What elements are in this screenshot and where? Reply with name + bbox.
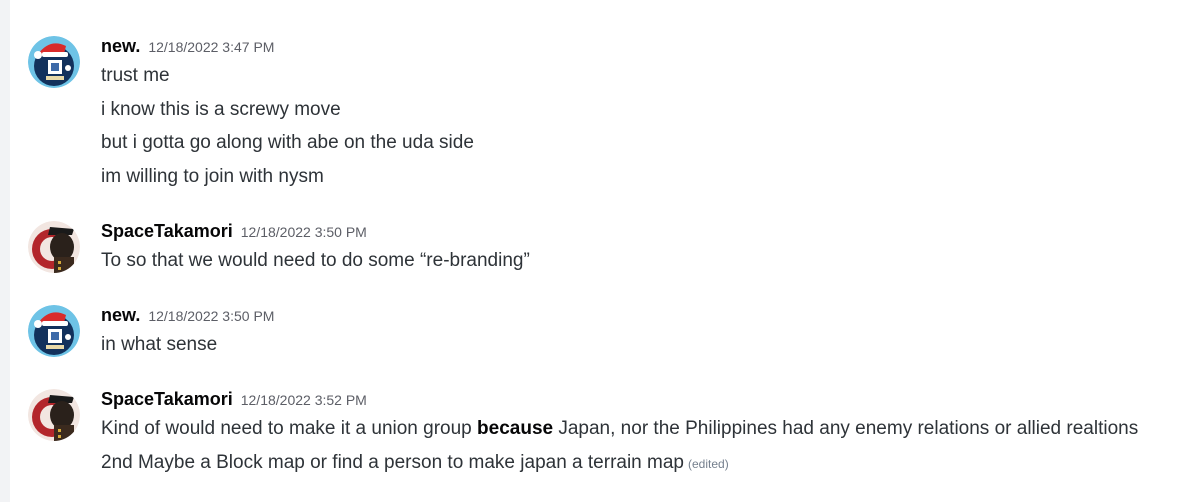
username[interactable]: SpaceTakamori (101, 221, 233, 242)
timestamp[interactable]: 12/18/2022 3:50 PM (241, 224, 367, 240)
message-text: i know this is a screwy move (101, 99, 341, 120)
message-header: SpaceTakamori 12/18/2022 3:52 PM (101, 389, 367, 410)
santa-hat-avatar-icon[interactable] (28, 36, 80, 88)
timestamp[interactable]: 12/18/2022 3:47 PM (148, 39, 274, 55)
bold-text: because (477, 418, 554, 439)
timestamp[interactable]: 12/18/2022 3:50 PM (148, 308, 274, 324)
message-text: im willing to join with nysm (101, 166, 324, 187)
message-text-part: Kind of would need to make it a union gr… (101, 418, 478, 439)
message-text-part: 2nd Maybe a Block map or find a person t… (101, 452, 684, 473)
message-header: new. 12/18/2022 3:50 PM (101, 305, 274, 326)
red-gear-soldier-avatar-icon[interactable] (28, 389, 80, 441)
message-text: 2nd Maybe a Block map or find a person t… (101, 452, 729, 474)
message-header: SpaceTakamori 12/18/2022 3:50 PM (101, 221, 367, 242)
left-gutter (0, 0, 10, 502)
message-header: new. 12/18/2022 3:47 PM (101, 36, 274, 57)
message-text: trust me (101, 65, 170, 86)
message-text: To so that we would need to do some “re-… (101, 250, 530, 271)
santa-hat-avatar-icon[interactable] (28, 305, 80, 357)
red-gear-soldier-avatar-icon[interactable] (28, 221, 80, 273)
message-text: but i gotta go along with abe on the uda… (101, 132, 474, 153)
username[interactable]: new. (101, 36, 140, 57)
username[interactable]: SpaceTakamori (101, 389, 233, 410)
message-text-part: Japan, nor the Philippines had any enemy… (553, 418, 1139, 439)
edited-label: (edited) (688, 457, 729, 471)
message-text: in what sense (101, 334, 218, 355)
username[interactable]: new. (101, 305, 140, 326)
previous-message-fragment (100, 0, 160, 4)
message-text: Kind of would need to make it a union gr… (101, 418, 1138, 440)
timestamp[interactable]: 12/18/2022 3:52 PM (241, 392, 367, 408)
